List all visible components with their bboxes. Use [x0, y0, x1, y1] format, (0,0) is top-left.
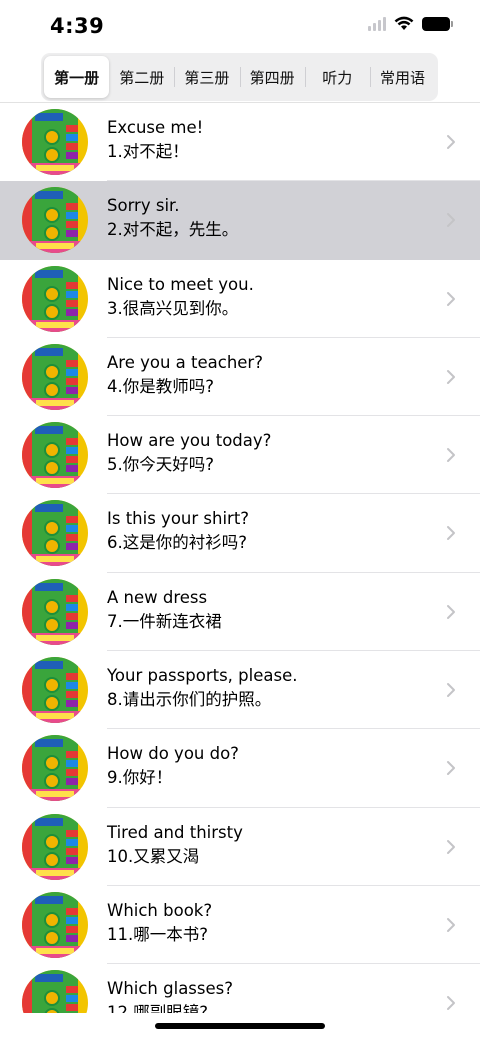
book-cover-thumbnail [22, 187, 88, 254]
lesson-title-en: Are you a teacher? [107, 352, 263, 372]
lesson-title-en: Excuse me! [107, 118, 204, 137]
tab-book-2[interactable]: 第二册 [109, 56, 174, 98]
lesson-texts: Is this your shirt? 6.这是你的衬衫吗? [107, 507, 440, 555]
tab-book-3[interactable]: 第三册 [174, 56, 239, 98]
lesson-title-cn: 4.你是教师吗? [107, 376, 215, 396]
chevron-right-icon [447, 604, 455, 619]
lesson-texts: Which book? 11.哪一本书? [107, 899, 440, 947]
chevron-right-icon [447, 135, 455, 149]
tab-book-1[interactable]: 第一册 [44, 56, 110, 98]
chevron-right-icon [447, 526, 455, 541]
chevron-right-icon [447, 369, 455, 384]
status-bar: 4:39 [0, 0, 480, 54]
lesson-title-cn: 9.你好！ [107, 768, 173, 788]
lesson-title-cn: 12.哪副眼镜? [107, 1003, 208, 1013]
chevron-right-icon [447, 996, 455, 1011]
book-cover-thumbnail [22, 500, 88, 567]
chevron-right-icon [447, 761, 455, 776]
lesson-row-10[interactable]: Tired and thirsty 10.又累又渴 [0, 808, 480, 886]
book-cover-thumbnail [22, 657, 88, 724]
lesson-title-en: Nice to meet you. [107, 274, 254, 294]
book-cover-thumbnail [22, 578, 88, 645]
lesson-row-4[interactable]: Are you a teacher? 4.你是教师吗? [0, 338, 480, 417]
battery-icon [422, 16, 453, 31]
tab-listening[interactable]: 听力 [304, 56, 370, 98]
lesson-row-5[interactable]: How are you today? 5.你今天好吗? [0, 416, 480, 495]
book-cover-thumbnail [22, 891, 88, 958]
lesson-texts: How are you today? 5.你今天好吗? [107, 429, 440, 477]
chevron-right-icon [447, 917, 455, 932]
lesson-title-en: A new dress [107, 587, 208, 607]
lesson-row-3[interactable]: Nice to meet you. 3.很高兴见到你。 [0, 260, 480, 338]
home-indicator[interactable] [155, 1023, 325, 1029]
book-cover-thumbnail [22, 735, 88, 802]
lesson-row-1[interactable]: Excuse me! 1.对不起！ [0, 103, 480, 182]
lesson-title-en: Your passports, please. [107, 666, 298, 686]
lesson-title-cn: 5.你今天好吗? [107, 455, 215, 475]
lesson-texts: Are you a teacher? 4.你是教师吗? [107, 351, 440, 399]
status-time: 4:39 [50, 14, 105, 38]
tab-book-4[interactable]: 第四册 [239, 56, 305, 98]
lesson-title-en: Sorry sir. [107, 196, 180, 216]
lesson-title-cn: 1.对不起！ [107, 142, 189, 161]
status-icons [368, 16, 453, 31]
chevron-right-icon [447, 448, 455, 463]
lesson-title-en: How are you today? [107, 431, 272, 451]
lesson-texts: Nice to meet you. 3.很高兴见到你。 [107, 273, 440, 321]
book-segmented-control[interactable]: 第一册 第二册 第三册 第四册 听力 常用语 [41, 53, 438, 101]
lesson-title-cn: 2.对不起，先生。 [107, 220, 239, 240]
lesson-row-6[interactable]: Is this your shirt? 6.这是你的衬衫吗? [0, 494, 480, 573]
lesson-title-cn: 11.哪一本书? [107, 924, 208, 944]
lesson-title-cn: 7.一件新连衣裙 [107, 611, 222, 631]
book-cover-thumbnail [22, 265, 88, 332]
lesson-title-en: Which book? [107, 900, 213, 920]
tab-common-phrases[interactable]: 常用语 [369, 56, 435, 98]
lesson-texts: Your passports, please. 8.请出示你们的护照。 [107, 664, 440, 712]
lesson-title-cn: 6.这是你的衬衫吗? [107, 533, 248, 553]
lesson-texts: A new dress 7.一件新连衣裙 [107, 586, 440, 634]
lesson-title-en: Which glasses? [107, 979, 233, 999]
lesson-title-cn: 10.又累又渴 [107, 846, 200, 866]
lesson-texts: Tired and thirsty 10.又累又渴 [107, 821, 440, 869]
lesson-row-12[interactable]: Which glasses? 12.哪副眼镜? [0, 964, 480, 1013]
chevron-right-icon [447, 683, 455, 698]
lesson-title-en: Tired and thirsty [107, 822, 243, 842]
wifi-icon [394, 16, 414, 30]
lesson-row-2[interactable]: Sorry sir. 2.对不起，先生。 [0, 181, 480, 260]
book-cover-thumbnail [22, 813, 88, 880]
lesson-texts: Excuse me! 1.对不起！ [107, 116, 440, 164]
lesson-texts: Sorry sir. 2.对不起，先生。 [107, 194, 440, 242]
lesson-title-cn: 8.请出示你们的护照。 [107, 690, 272, 710]
lesson-row-9[interactable]: How do you do? 9.你好！ [0, 729, 480, 808]
lesson-texts: How do you do? 9.你好！ [107, 742, 440, 790]
lesson-list[interactable]: Excuse me! 1.对不起！ Sorry sir. 2.对不起，先生。 N… [0, 103, 480, 1013]
lesson-title-en: How do you do? [107, 744, 239, 764]
cellular-signal-icon [368, 16, 386, 31]
book-cover-thumbnail [22, 109, 88, 175]
lesson-texts: Which glasses? 12.哪副眼镜? [107, 977, 440, 1013]
book-cover-thumbnail [22, 343, 88, 410]
lesson-row-11[interactable]: Which book? 11.哪一本书? [0, 886, 480, 965]
chevron-right-icon [447, 291, 455, 306]
lesson-row-8[interactable]: Your passports, please. 8.请出示你们的护照。 [0, 651, 480, 730]
lesson-title-cn: 3.很高兴见到你。 [107, 298, 239, 318]
book-cover-thumbnail [22, 422, 88, 489]
chevron-right-icon [447, 213, 455, 228]
lesson-row-7[interactable]: A new dress 7.一件新连衣裙 [0, 573, 480, 652]
chevron-right-icon [447, 839, 455, 854]
lesson-title-en: Is this your shirt? [107, 509, 250, 529]
book-cover-thumbnail [22, 970, 88, 1013]
